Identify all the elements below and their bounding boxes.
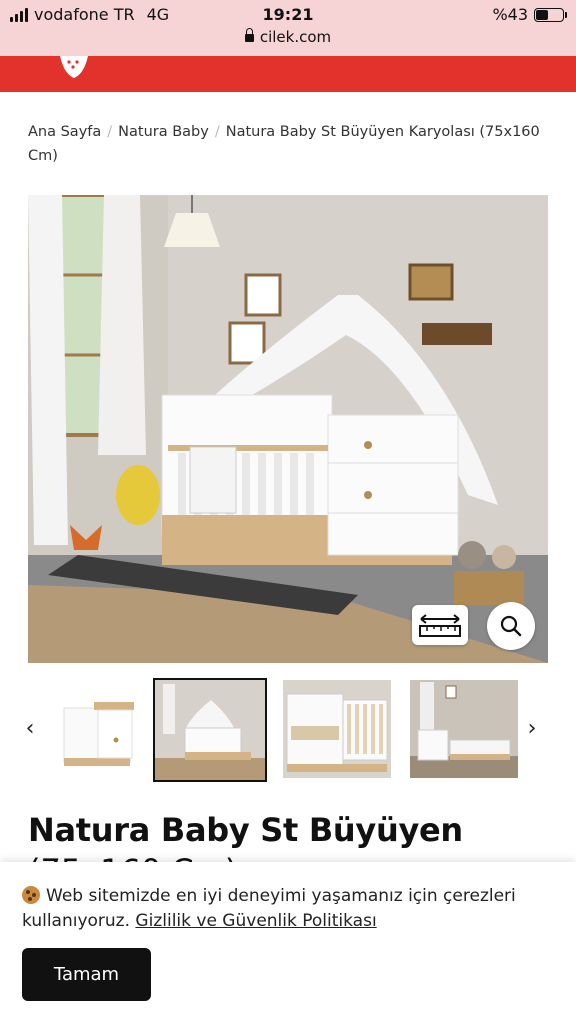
- breadcrumb-separator: /: [107, 124, 113, 140]
- site-header: [0, 56, 576, 92]
- thumbnail-strip: ‹ ›: [0, 676, 576, 784]
- status-bar: vodafone TR 4G 19:21 %43 cilek.com: [0, 0, 576, 56]
- zoom-button[interactable]: [487, 602, 535, 650]
- status-right: %43: [492, 5, 567, 24]
- chevron-right-icon[interactable]: ›: [522, 716, 542, 741]
- clock: 19:21: [262, 5, 314, 24]
- lock-icon: [244, 28, 254, 42]
- magnifier-icon: [500, 615, 522, 637]
- cookie-banner: Web sitemizde en iyi deneyimi yaşamanız …: [0, 862, 576, 1024]
- thumbnail-1[interactable]: [58, 680, 166, 778]
- ruler-measure-icon: [419, 614, 461, 637]
- battery-icon: [534, 7, 567, 22]
- battery-percent: %43: [492, 5, 528, 24]
- measure-button[interactable]: [412, 605, 468, 645]
- thumbnail-2[interactable]: [153, 678, 267, 782]
- thumbnail-3[interactable]: [283, 680, 391, 778]
- cookie-icon: [22, 886, 40, 904]
- breadcrumb: Ana Sayfa / Natura Baby / Natura Baby St Büy…: [28, 120, 548, 168]
- breadcrumb-current: Natura Baby St Büyüyen Karyolası (75x160…: [28, 124, 540, 164]
- accept-cookies-button[interactable]: Tamam: [22, 948, 151, 1001]
- chevron-left-icon[interactable]: ‹: [20, 716, 40, 741]
- privacy-policy-link[interactable]: Gizlilik ve Güvenlik Politikası: [135, 911, 376, 931]
- strawberry-logo-icon[interactable]: [56, 56, 92, 78]
- breadcrumb-home[interactable]: Ana Sayfa: [28, 124, 101, 140]
- thumbnail-4-image: [410, 680, 518, 778]
- thumbnail-3-image: [283, 680, 391, 778]
- thumbnail-1-image: [63, 702, 134, 766]
- thumbnail-4[interactable]: [410, 680, 518, 778]
- url-text: cilek.com: [259, 28, 332, 46]
- breadcrumb-category[interactable]: Natura Baby: [118, 124, 209, 140]
- nursery-photo: [28, 195, 548, 663]
- cookie-message: Web sitemizde en iyi deneyimi yaşamanız …: [22, 884, 562, 934]
- address-bar[interactable]: cilek.com: [0, 28, 576, 46]
- thumbnail-2-image: [155, 680, 265, 780]
- breadcrumb-separator: /: [214, 124, 220, 140]
- main-product-image[interactable]: [28, 195, 548, 663]
